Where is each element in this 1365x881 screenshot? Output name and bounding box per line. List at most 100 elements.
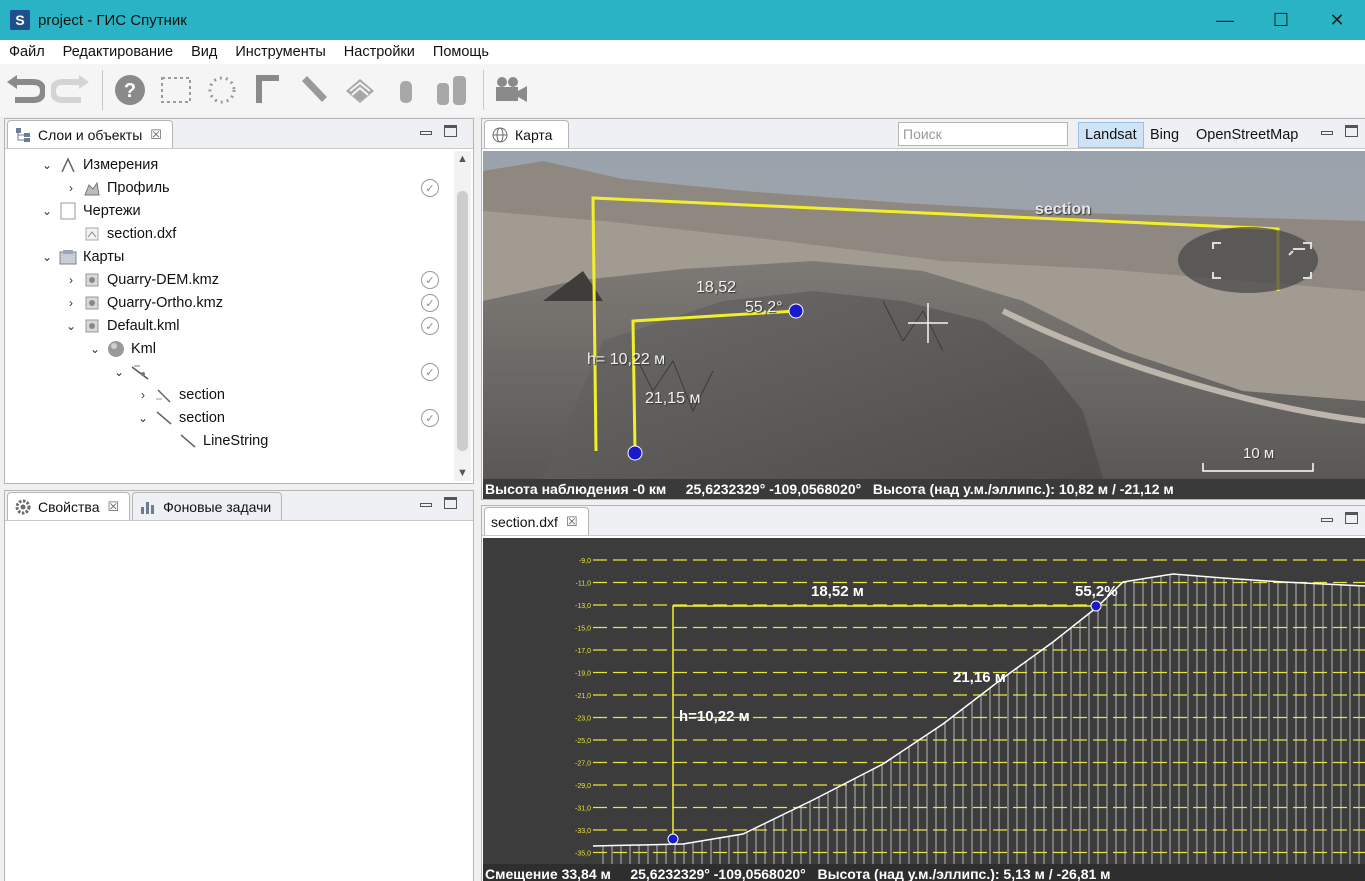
tab-label: Свойства <box>38 498 100 515</box>
maximize-panel-icon[interactable] <box>444 497 457 509</box>
tree-item-folder[interactable]: ⌄ <box>111 360 155 383</box>
chevron-right-icon[interactable]: › <box>63 180 79 196</box>
tree-item-section-dxf[interactable]: section.dxf <box>83 222 176 245</box>
map-search-input[interactable]: Поиск <box>898 122 1068 146</box>
tree-item-measurements[interactable]: ⌄ Измерения <box>39 153 158 176</box>
bars-icon[interactable] <box>431 69 473 111</box>
measure-point-top[interactable] <box>788 303 804 319</box>
chevron-down-icon[interactable]: ⌄ <box>135 410 151 426</box>
chevron-down-icon[interactable]: ⌄ <box>63 318 79 334</box>
tab-background-tasks[interactable]: Фоновые задачи <box>132 492 283 520</box>
profile-label-distance: 18,52 м <box>811 583 864 600</box>
close-tab-icon[interactable]: ☒ <box>566 514 578 530</box>
tree-item-quarry-dem[interactable]: › Quarry-DEM.kmz <box>63 268 219 291</box>
tree-item-linestring[interactable]: LineString <box>179 429 268 452</box>
tab-properties[interactable]: Свойства ☒ <box>7 492 131 520</box>
profile-point-top[interactable] <box>1090 600 1102 612</box>
visibility-check-icon[interactable]: ✓ <box>421 294 439 312</box>
elevation-profile[interactable]: -9,0 -11,0 -13,0 -15,0 -17,0 -19,0 -21,0 -23,0 -… <box>483 538 1365 872</box>
menu-tools[interactable]: Инструменты <box>226 44 334 60</box>
map-3d-view[interactable]: section 18,52 55,2° h= 10,22 м 21,15 м 1… <box>483 151 1365 499</box>
profile-point-bottom[interactable] <box>667 833 679 845</box>
close-tab-icon[interactable]: ☒ <box>107 499 119 515</box>
measure-point-bottom[interactable] <box>627 445 643 461</box>
visibility-check-icon[interactable]: ✓ <box>421 409 439 427</box>
tree-item-drawings[interactable]: ⌄ Чертежи <box>39 199 141 222</box>
navigation-control[interactable] <box>1178 227 1318 293</box>
bar-chart-icon <box>139 498 157 516</box>
minimize-panel-icon[interactable] <box>1321 518 1333 522</box>
minimize-panel-icon[interactable] <box>420 131 432 135</box>
menu-file[interactable]: Файл <box>0 44 54 60</box>
tab-label: Карта <box>515 126 553 143</box>
map-label-section: section <box>1035 201 1092 218</box>
measure-icon <box>59 156 77 174</box>
scroll-up-icon[interactable]: ▲ <box>457 153 468 165</box>
chevron-right-icon[interactable]: › <box>63 295 79 311</box>
tree-item-maps[interactable]: ⌄ Карты <box>39 245 124 268</box>
ruler-icon[interactable] <box>293 69 335 111</box>
tab-section-dxf[interactable]: section.dxf ☒ <box>484 507 589 535</box>
maximize-panel-icon[interactable] <box>1345 125 1358 137</box>
help-icon[interactable]: ? <box>109 69 151 111</box>
y-tick-label: -23,0 <box>575 716 591 723</box>
video-camera-icon[interactable] <box>490 69 532 111</box>
polygon-select-icon[interactable] <box>201 69 243 111</box>
close-tab-icon[interactable]: ☒ <box>150 127 162 143</box>
tab-layers[interactable]: Слои и объекты ☒ <box>7 120 173 148</box>
menu-help[interactable]: Помощь <box>424 44 498 60</box>
visibility-check-icon[interactable]: ✓ <box>421 179 439 197</box>
dxf-file-icon <box>83 225 101 243</box>
tree-item-quarry-ortho[interactable]: › Quarry-Ortho.kmz <box>63 291 223 314</box>
visibility-check-icon[interactable]: ✓ <box>421 363 439 381</box>
chevron-down-icon[interactable]: ⌄ <box>111 364 127 380</box>
maximize-panel-icon[interactable] <box>1345 512 1358 524</box>
tree-item-section-group[interactable]: › section <box>135 383 225 406</box>
minimize-button[interactable]: — <box>1197 0 1253 40</box>
tree-scrollbar[interactable]: ▲ ▼ <box>454 151 471 481</box>
maximize-panel-icon[interactable] <box>444 125 457 137</box>
chevron-right-icon[interactable]: › <box>135 387 151 403</box>
map-status-bar: Высота наблюдения -0 км 25,6232329° -109… <box>483 479 1365 499</box>
tab-map[interactable]: Карта <box>484 120 570 148</box>
close-button[interactable]: ✕ <box>1309 0 1365 40</box>
visibility-check-icon[interactable]: ✓ <box>421 271 439 289</box>
chevron-down-icon[interactable]: ⌄ <box>39 203 55 219</box>
chevron-down-icon[interactable]: ⌄ <box>39 157 55 173</box>
minimize-panel-icon[interactable] <box>1321 131 1333 135</box>
toolbar: ? <box>0 64 1365 116</box>
redo-icon[interactable] <box>50 69 92 111</box>
chevron-down-icon[interactable]: ⌄ <box>87 341 103 357</box>
map-label-diagonal: 21,15 м <box>645 390 701 407</box>
line-icon <box>179 432 197 450</box>
y-tick-label: -13,0 <box>575 603 591 610</box>
corner-icon[interactable] <box>247 69 289 111</box>
menu-view[interactable]: Вид <box>182 44 226 60</box>
minimize-panel-icon[interactable] <box>420 503 432 507</box>
undo-icon[interactable] <box>4 69 46 111</box>
tab-label: Фоновые задачи <box>163 498 272 515</box>
visibility-check-icon[interactable]: ✓ <box>421 317 439 335</box>
layer-osm-button[interactable]: OpenStreetMap <box>1190 122 1304 148</box>
tree-item-default-kml[interactable]: ⌄ Default.kml <box>63 314 180 337</box>
menu-edit[interactable]: Редактирование <box>54 44 182 60</box>
layer-landsat-button[interactable]: Landsat <box>1078 122 1144 148</box>
profile-panel: section.dxf ☒ -9,0 -11,0 -13,0 -15,0 -17,0 -1… <box>481 505 1365 881</box>
y-tick-label: -31,0 <box>575 806 591 813</box>
kml-icon <box>83 317 101 335</box>
layer-bing-button[interactable]: Bing <box>1144 122 1185 148</box>
rect-select-icon[interactable] <box>155 69 197 111</box>
area-icon[interactable] <box>339 69 381 111</box>
app-logo-icon: S <box>10 10 30 30</box>
tree-item-kml[interactable]: ⌄ Kml <box>87 337 156 360</box>
chevron-right-icon[interactable]: › <box>63 272 79 288</box>
scrollbar-thumb[interactable] <box>457 191 468 451</box>
menu-settings[interactable]: Настройки <box>335 44 424 60</box>
tree-item-profile[interactable]: › Профиль <box>63 176 170 199</box>
scroll-down-icon[interactable]: ▼ <box>457 467 468 479</box>
cylinder-icon[interactable] <box>385 69 427 111</box>
tree-item-section[interactable]: ⌄ section <box>135 406 225 429</box>
y-tick-label: -15,0 <box>575 626 591 633</box>
maximize-button[interactable]: ☐ <box>1253 0 1309 40</box>
chevron-down-icon[interactable]: ⌄ <box>39 249 55 265</box>
